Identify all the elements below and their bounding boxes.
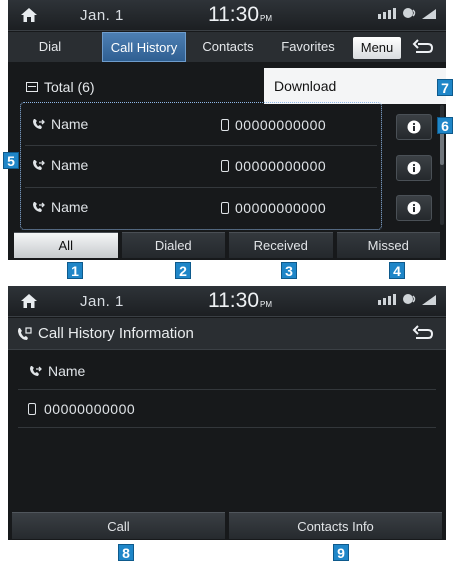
info-button[interactable] <box>396 195 432 221</box>
tab-contacts[interactable]: Contacts <box>188 32 268 62</box>
outgoing-call-icon <box>33 119 45 129</box>
mobile-icon <box>221 119 229 131</box>
tab-dial[interactable]: Dial <box>14 32 86 62</box>
total-label: Total (6) <box>44 79 95 95</box>
detail-name: Name <box>28 363 85 379</box>
home-icon[interactable] <box>18 5 40 25</box>
call-button[interactable]: Call <box>12 512 225 539</box>
callout-1: 1 <box>67 262 83 279</box>
divider <box>18 427 436 428</box>
callout-3: 3 <box>281 262 297 279</box>
phone-number: 00000000000 <box>235 200 327 216</box>
mobile-icon <box>221 202 229 214</box>
outgoing-call-icon <box>33 202 45 212</box>
tab-favorites[interactable]: Favorites <box>268 32 348 62</box>
mobile-icon <box>221 160 229 172</box>
status-date: Jan. 1 <box>80 293 124 310</box>
call-history-icon <box>18 326 32 340</box>
info-icon <box>407 201 421 215</box>
status-date: Jan. 1 <box>80 7 124 24</box>
back-arrow-icon <box>412 39 434 53</box>
back-arrow-icon <box>412 325 434 339</box>
mobile-icon <box>28 403 36 415</box>
filter-received-button[interactable]: Received <box>229 232 333 258</box>
battery-icon <box>422 292 436 310</box>
status-icons <box>378 292 436 310</box>
contacts-info-button[interactable]: Contacts Info <box>229 512 442 539</box>
bluetooth-audio-icon <box>402 6 418 24</box>
callout-7: 7 <box>437 79 453 96</box>
download-menu-item[interactable]: Download <box>264 68 446 104</box>
filter-all-button[interactable]: All <box>14 232 118 258</box>
callout-2: 2 <box>175 262 191 279</box>
info-button[interactable] <box>396 114 432 140</box>
status-icons <box>378 6 436 24</box>
status-bar: Jan. 1 11:30PM <box>8 0 446 31</box>
callout-5: 5 <box>3 152 19 169</box>
callout-8: 8 <box>118 544 134 561</box>
tab-call-history[interactable]: Call History <box>102 32 186 62</box>
contact-name: Name <box>51 157 89 173</box>
list-icon <box>26 82 38 92</box>
info-icon <box>407 161 421 175</box>
filter-dialed-button[interactable]: Dialed <box>121 232 225 258</box>
list-item[interactable]: Name 00000000000 <box>21 146 381 186</box>
outgoing-call-icon <box>33 160 45 170</box>
call-history-screen: Jan. 1 11:30PM Dial Call History Contact… <box>8 0 446 260</box>
total-count: Total (6) <box>26 79 95 95</box>
signal-icon <box>378 292 398 310</box>
callout-9: 9 <box>333 544 349 561</box>
title-text: Call History Information <box>38 325 194 342</box>
home-icon[interactable] <box>18 291 40 311</box>
status-time: 11:30PM <box>208 3 272 26</box>
back-button[interactable] <box>408 36 438 58</box>
menu-button[interactable]: Menu <box>353 37 401 59</box>
call-history-information-screen: Jan. 1 11:30PM Call History Information <box>8 286 446 540</box>
outgoing-call-icon <box>30 366 42 376</box>
status-bar: Jan. 1 11:30PM <box>8 286 446 317</box>
contact-name: Name <box>48 363 86 379</box>
phone-number: 00000000000 <box>44 401 136 417</box>
filter-missed-button[interactable]: Missed <box>336 232 440 258</box>
call-history-list: Name 00000000000 Name 00000000000 Name 0… <box>20 102 382 230</box>
phone-number: 00000000000 <box>235 158 327 174</box>
contact-name: Name <box>51 116 89 132</box>
title-bar: Call History Information <box>8 318 446 350</box>
divider <box>18 389 436 390</box>
info-icon <box>407 120 421 134</box>
list-item[interactable]: Name 00000000000 <box>21 188 381 228</box>
action-bar: Call Contacts Info <box>8 512 446 540</box>
battery-icon <box>422 6 436 24</box>
status-time: 11:30PM <box>208 289 272 312</box>
back-button[interactable] <box>408 322 438 344</box>
page-title: Call History Information <box>16 325 194 342</box>
info-button[interactable] <box>396 155 432 181</box>
phone-number: 00000000000 <box>235 117 327 133</box>
list-item[interactable]: Name 00000000000 <box>21 105 381 145</box>
callout-6: 6 <box>437 117 453 134</box>
signal-icon <box>378 6 398 24</box>
contact-name: Name <box>51 199 89 215</box>
bluetooth-audio-icon <box>402 292 418 310</box>
callout-4: 4 <box>389 262 405 279</box>
filter-bar: All Dialed Received Missed <box>8 232 446 260</box>
detail-number: 00000000000 <box>28 401 135 417</box>
